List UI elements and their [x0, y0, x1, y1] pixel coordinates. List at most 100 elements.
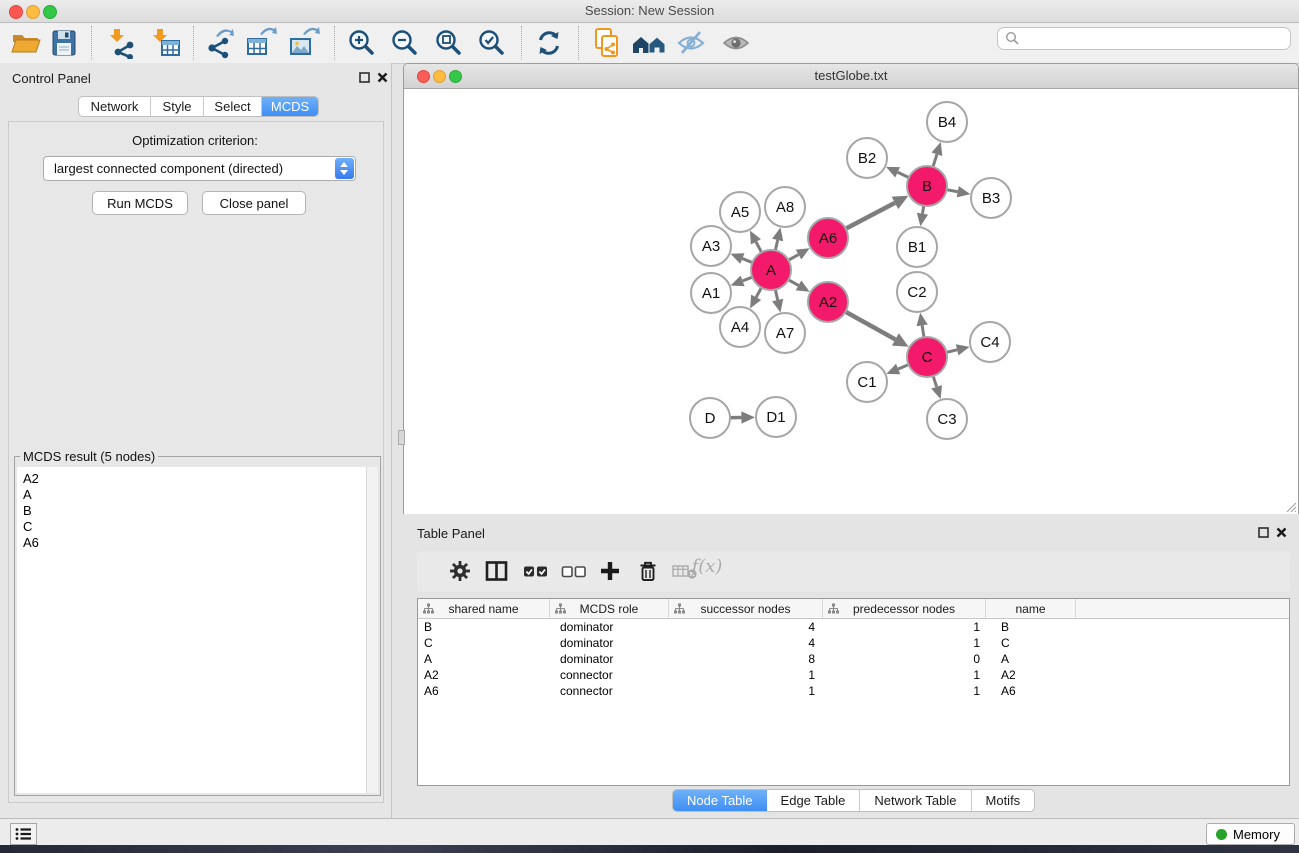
zoom-out-button[interactable]	[389, 27, 421, 59]
graph-edge-B-B1[interactable]	[917, 204, 928, 227]
table-cell[interactable]: B	[418, 620, 550, 634]
graph-node-D1[interactable]: D1	[756, 397, 796, 437]
select-all-rows-button[interactable]	[523, 560, 547, 584]
table-cell[interactable]: 1	[823, 636, 986, 650]
table-cell[interactable]: A2	[418, 668, 550, 682]
export-network-button[interactable]	[203, 27, 235, 59]
graph-node-C1[interactable]: C1	[847, 362, 887, 402]
import-network-button[interactable]	[105, 27, 137, 59]
graph-edge-C-C3[interactable]	[931, 374, 942, 399]
graph-node-A1[interactable]: A1	[691, 273, 731, 313]
criterion-dropdown[interactable]: largest connected component (directed)	[43, 156, 356, 181]
table-cell[interactable]: 1	[823, 684, 986, 698]
column-header-shared-name[interactable]: shared name	[418, 599, 550, 618]
list-item[interactable]: A6	[17, 535, 366, 551]
resize-grip-icon[interactable]	[1283, 499, 1297, 513]
graph-edge-B-B2[interactable]	[886, 167, 911, 179]
graph-edge-C-C4[interactable]	[945, 344, 970, 355]
table-cell[interactable]: 4	[669, 620, 823, 634]
graph-edge-C-C2[interactable]	[917, 313, 928, 339]
table-cell[interactable]: A	[418, 652, 550, 666]
graph-node-A7[interactable]: A7	[765, 313, 805, 353]
create-column-button[interactable]	[599, 560, 623, 584]
table-cell[interactable]: 1	[823, 668, 986, 682]
graph-node-C2[interactable]: C2	[897, 272, 937, 312]
table-row[interactable]: Cdominator41C	[418, 635, 1289, 651]
graph-edge-A-A5[interactable]	[750, 231, 763, 255]
table-row[interactable]: Bdominator41B	[418, 619, 1289, 635]
column-header-name[interactable]: name	[986, 599, 1076, 618]
result-list-scrollbar[interactable]	[366, 467, 378, 793]
open-file-button[interactable]	[10, 27, 42, 59]
table-cell[interactable]: 1	[669, 684, 823, 698]
float-panel-button[interactable]	[359, 72, 372, 85]
graph-edge-A-A4[interactable]	[750, 286, 762, 309]
tab-select[interactable]: Select	[204, 97, 262, 116]
table-cell[interactable]: dominator	[550, 652, 669, 666]
tab-network-table[interactable]: Network Table	[860, 790, 971, 811]
table-cell[interactable]: C	[418, 636, 550, 650]
list-item[interactable]: A2	[17, 471, 366, 487]
table-cell[interactable]: dominator	[550, 636, 669, 650]
refresh-button[interactable]	[533, 27, 565, 59]
graph-node-C[interactable]: C	[907, 337, 947, 377]
home-layout-button[interactable]	[631, 27, 669, 59]
table-cell[interactable]: A6	[986, 684, 1076, 698]
graph-edge-A-A1[interactable]	[731, 276, 755, 287]
show-columns-button[interactable]	[485, 560, 509, 584]
graph-node-B3[interactable]: B3	[971, 178, 1011, 218]
table-cell[interactable]: connector	[550, 668, 669, 682]
vertical-split-handle[interactable]	[398, 430, 405, 445]
graph-edge-C-C1[interactable]	[886, 364, 910, 375]
graph-node-B4[interactable]: B4	[927, 102, 967, 142]
graph-node-A[interactable]: A	[751, 250, 791, 290]
graph-node-A5[interactable]: A5	[720, 192, 760, 232]
table-row[interactable]: A6connector11A6	[418, 683, 1289, 699]
task-history-button[interactable]	[10, 823, 37, 845]
graph-node-A2[interactable]: A2	[808, 282, 848, 322]
memory-status-button[interactable]: Memory	[1206, 823, 1295, 845]
show-all-button[interactable]	[720, 27, 752, 59]
list-item[interactable]: C	[17, 519, 366, 535]
list-item[interactable]: B	[17, 503, 366, 519]
close-panel-button[interactable]	[377, 72, 390, 85]
tab-node-table[interactable]: Node Table	[673, 790, 767, 811]
graph-edge-A-A6[interactable]	[787, 248, 810, 261]
run-mcds-button[interactable]: Run MCDS	[92, 191, 188, 215]
tab-style[interactable]: Style	[151, 97, 204, 116]
delete-column-button[interactable]	[637, 560, 661, 584]
graph-node-C4[interactable]: C4	[970, 322, 1010, 362]
float-table-panel-button[interactable]	[1258, 527, 1271, 540]
tab-motifs[interactable]: Motifs	[972, 790, 1035, 811]
close-table-panel-button[interactable]	[1276, 527, 1289, 540]
graph-node-D[interactable]: D	[690, 398, 730, 438]
table-cell[interactable]: dominator	[550, 620, 669, 634]
zoom-fit-button[interactable]	[433, 27, 465, 59]
graph-edge-A-A3[interactable]	[730, 253, 754, 264]
graph-node-A3[interactable]: A3	[691, 226, 731, 266]
graph-node-A8[interactable]: A8	[765, 187, 805, 227]
table-cell[interactable]: 1	[823, 620, 986, 634]
table-cell[interactable]: A6	[418, 684, 550, 698]
column-header-successor-nodes[interactable]: successor nodes	[669, 599, 823, 618]
graph-node-B2[interactable]: B2	[847, 138, 887, 178]
tab-mcds[interactable]: MCDS	[262, 97, 318, 116]
graph-edge-A-A2[interactable]	[787, 279, 810, 292]
import-table-button[interactable]	[150, 27, 182, 59]
close-panel-action-button[interactable]: Close panel	[202, 191, 306, 215]
graph-node-A6[interactable]: A6	[808, 218, 848, 258]
save-session-button[interactable]	[48, 27, 80, 59]
table-row[interactable]: Adominator80A	[418, 651, 1289, 667]
list-item[interactable]: A	[17, 487, 366, 503]
column-header-predecessor-nodes[interactable]: predecessor nodes	[823, 599, 986, 618]
zoom-selected-button[interactable]	[476, 27, 508, 59]
table-cell[interactable]: 8	[669, 652, 823, 666]
table-cell[interactable]: 0	[823, 652, 986, 666]
new-network-from-file-button[interactable]	[591, 27, 623, 59]
search-input[interactable]	[1024, 29, 1283, 48]
search-field[interactable]	[997, 27, 1291, 50]
graph-edge-B-B3[interactable]	[945, 186, 971, 197]
table-cell[interactable]: A2	[986, 668, 1076, 682]
table-cell[interactable]: connector	[550, 684, 669, 698]
table-cell[interactable]: 4	[669, 636, 823, 650]
